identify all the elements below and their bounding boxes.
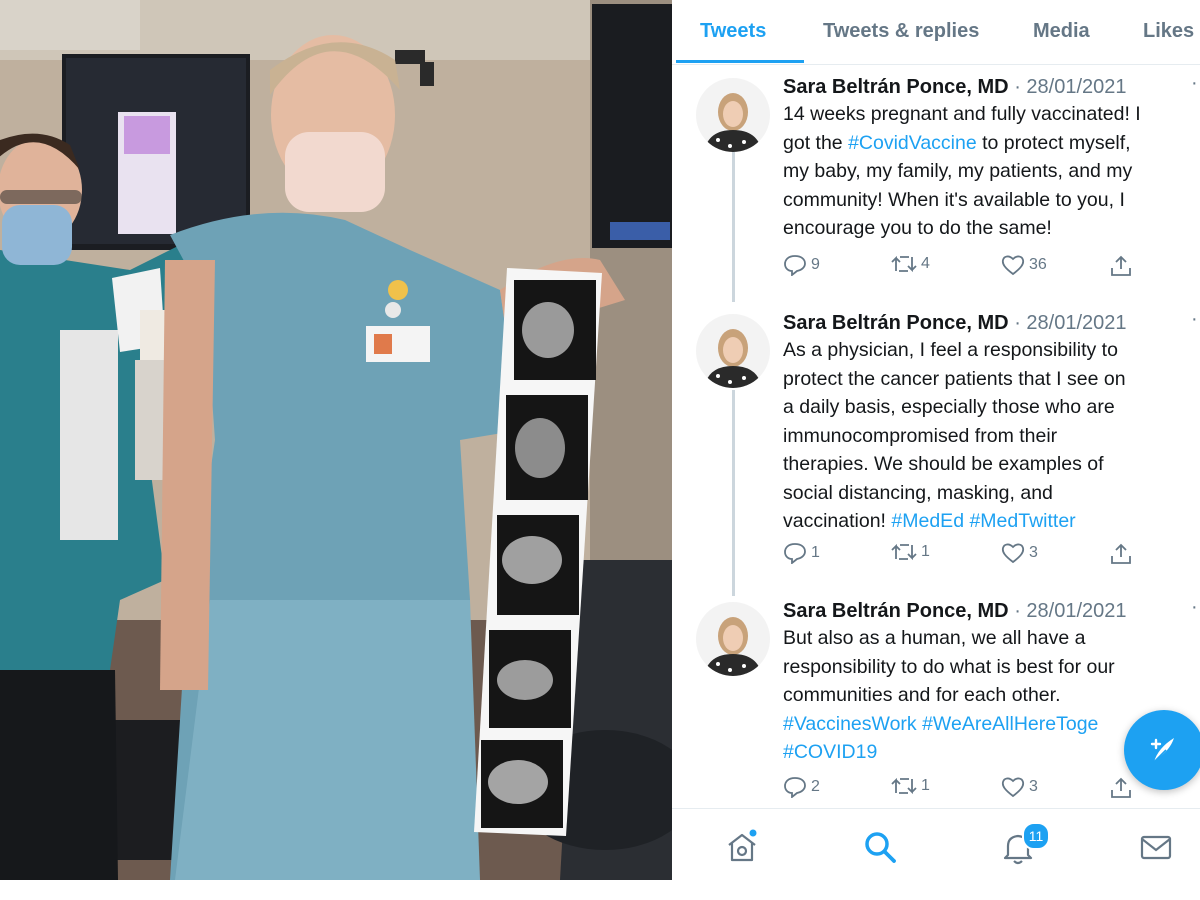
hashtag-link[interactable]: #CovidVaccine xyxy=(848,132,977,154)
tweet[interactable]: Sara Beltrán Ponce, MD · 28/01/2021 ··· … xyxy=(672,302,1200,582)
author-name[interactable]: Sara Beltrán Ponce, MD xyxy=(783,600,1009,622)
like-button[interactable]: 3 xyxy=(1001,776,1038,798)
retweet-icon xyxy=(891,255,917,273)
like-icon xyxy=(1001,543,1025,564)
reply-button[interactable]: 2 xyxy=(783,776,820,798)
search-tab[interactable] xyxy=(860,827,900,867)
like-count: 3 xyxy=(1029,778,1038,795)
retweet-count: 1 xyxy=(921,543,930,560)
reply-count: 2 xyxy=(811,778,820,795)
tweet-line: encourage you to do the same! xyxy=(783,217,1052,239)
share-button[interactable] xyxy=(1109,542,1137,566)
author-name[interactable]: Sara Beltrán Ponce, MD xyxy=(783,76,1009,98)
search-icon xyxy=(865,832,896,863)
retweet-button[interactable]: 1 xyxy=(891,542,930,562)
retweet-button[interactable]: 4 xyxy=(891,254,930,274)
compose-tweet-button[interactable] xyxy=(1124,710,1200,790)
reply-icon xyxy=(784,777,806,798)
retweet-icon xyxy=(891,777,917,795)
author-name[interactable]: Sara Beltrán Ponce, MD xyxy=(783,312,1009,334)
home-tab[interactable] xyxy=(722,827,762,867)
retweet-count: 4 xyxy=(921,255,930,272)
avatar[interactable] xyxy=(696,78,770,152)
tab-tweets-and-replies[interactable]: Tweets & replies xyxy=(823,20,979,43)
tweet-actions: 2 1 3 xyxy=(783,776,1143,802)
tweet-line: But also as a human, we all have a xyxy=(783,627,1086,649)
mail-icon xyxy=(1140,835,1172,860)
tweet-text: 14 weeks pregnant and fully vaccinated! … xyxy=(783,100,1200,243)
more-options-icon[interactable]: ··· xyxy=(1191,308,1200,331)
tweet-line: immunocompromised from their xyxy=(783,424,1058,447)
tweet-line: social distancing, masking, and xyxy=(783,481,1053,504)
tweet-date[interactable]: · 28/01/2021 xyxy=(1014,600,1126,622)
tweet-actions: 1 1 3 xyxy=(783,542,1143,568)
reply-count: 1 xyxy=(811,544,820,561)
avatar[interactable] xyxy=(696,314,770,388)
tweet-text: As a physician, I feel a responsibility … xyxy=(783,336,1200,536)
compose-icon xyxy=(1150,738,1174,763)
reply-button[interactable]: 9 xyxy=(783,254,820,276)
bottom-navigation: 11 xyxy=(672,808,1200,880)
like-count: 3 xyxy=(1029,544,1038,561)
tweet-line: community! When it's available to you, I xyxy=(783,188,1125,211)
twitter-profile-panel: Tweets Tweets & replies Media Likes Sara… xyxy=(672,0,1200,880)
tweet-header: Sara Beltrán Ponce, MD · 28/01/2021 xyxy=(783,74,1127,100)
reply-button[interactable]: 1 xyxy=(783,542,820,564)
tweet-line: As a physician, I feel a responsibility … xyxy=(783,339,1118,361)
active-tab-indicator xyxy=(676,60,804,63)
tweet-line: therapies. We should be examples of xyxy=(783,453,1104,475)
tab-tweets[interactable]: Tweets xyxy=(700,20,766,43)
tweet-line: vaccination! #MedEd #MedTwitter xyxy=(783,510,1076,532)
tab-media[interactable]: Media xyxy=(1033,20,1090,43)
like-icon xyxy=(1001,777,1025,798)
like-icon xyxy=(1001,255,1025,276)
share-icon xyxy=(1111,255,1131,276)
share-button[interactable] xyxy=(1109,776,1137,800)
photo-illustration xyxy=(0,0,672,880)
tweet-line: responsibility to do what is best for ou… xyxy=(783,655,1115,678)
share-button[interactable] xyxy=(1109,254,1137,278)
tweet-header: Sara Beltrán Ponce, MD · 28/01/2021 xyxy=(783,310,1127,336)
tweet[interactable]: Sara Beltrán Ponce, MD · 28/01/2021 ··· … xyxy=(672,590,1200,804)
hashtag-link[interactable]: #COVID19 xyxy=(783,741,877,763)
share-icon xyxy=(1111,543,1131,564)
reply-icon xyxy=(784,543,806,564)
vaccination-photo xyxy=(0,0,672,880)
notification-badge: 11 xyxy=(1022,822,1050,850)
tweet-line: protect the cancer patients that I see o… xyxy=(783,367,1126,390)
more-options-icon[interactable]: ··· xyxy=(1191,596,1200,619)
tweet-date[interactable]: · 28/01/2021 xyxy=(1014,312,1126,334)
avatar[interactable] xyxy=(696,602,770,676)
tweet-line: communities and for each other. xyxy=(783,684,1061,706)
tweet[interactable]: Sara Beltrán Ponce, MD · 28/01/2021 ··· … xyxy=(672,66,1200,290)
like-button[interactable]: 3 xyxy=(1001,542,1038,564)
tweet-line: 14 weeks pregnant and fully vaccinated! … xyxy=(783,103,1141,125)
like-button[interactable]: 36 xyxy=(1001,254,1047,276)
share-icon xyxy=(1111,777,1131,798)
tweet-line: a daily basis, especially those who are xyxy=(783,396,1115,418)
reply-count: 9 xyxy=(811,256,820,273)
hashtag-link[interactable]: #MedEd #MedTwitter xyxy=(891,510,1075,532)
tweet-line: got the #CovidVaccine to protect myself, xyxy=(783,131,1131,154)
retweet-icon xyxy=(891,543,917,561)
retweet-button[interactable]: 1 xyxy=(891,776,930,796)
hashtag-link[interactable]: #VaccinesWork #WeAreAllHereToge xyxy=(783,713,1098,735)
home-icon xyxy=(728,829,757,862)
tweet-header: Sara Beltrán Ponce, MD · 28/01/2021 xyxy=(783,598,1127,624)
tweet-date[interactable]: · 28/01/2021 xyxy=(1014,76,1126,98)
retweet-count: 1 xyxy=(921,777,930,794)
reply-icon xyxy=(784,255,806,276)
tweet-actions: 9 4 36 xyxy=(783,254,1143,280)
tab-likes[interactable]: Likes xyxy=(1143,20,1194,43)
like-count: 36 xyxy=(1029,256,1047,273)
messages-tab[interactable] xyxy=(1136,827,1176,867)
profile-tabs: Tweets Tweets & replies Media Likes xyxy=(672,0,1200,65)
more-options-icon[interactable]: ··· xyxy=(1191,72,1200,95)
tweet-line: my baby, my family, my patients, and my xyxy=(783,160,1133,182)
